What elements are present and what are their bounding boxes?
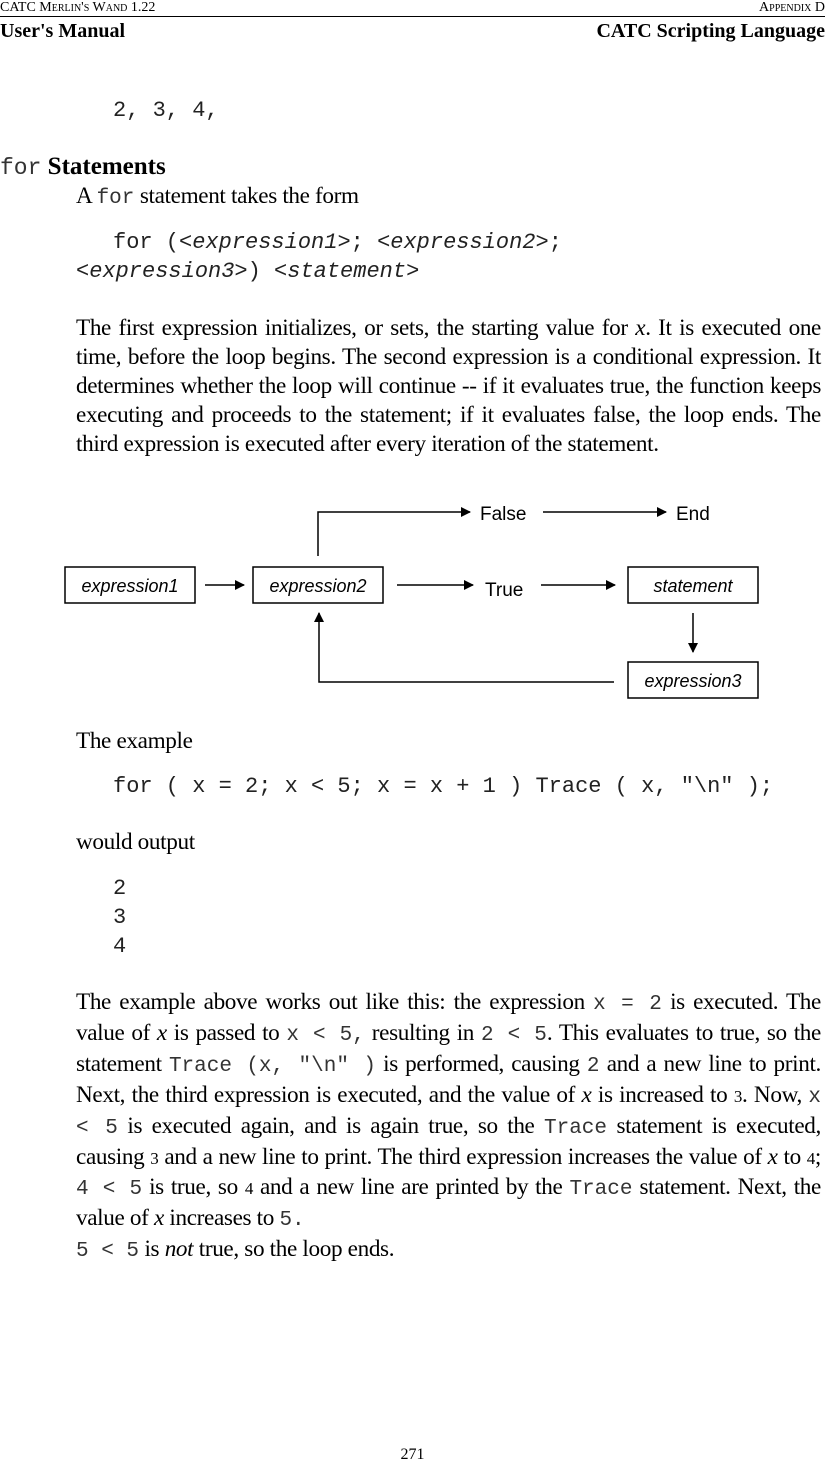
running-header-manual: User's Manual <box>0 20 125 42</box>
desc-var: x <box>635 315 646 341</box>
section-heading: for Statements <box>0 152 166 183</box>
node-expression1: expression1 <box>64 566 196 604</box>
for-loop-flow-diagram: expression1 expression2 statement expres… <box>64 504 759 699</box>
output-line: 3 <box>113 905 127 930</box>
svg-text:expression3: expression3 <box>644 671 741 691</box>
running-header-title: CATC Merlin's Wand 1.22 <box>0 0 156 15</box>
intro-text-2: statement takes the form <box>134 183 359 209</box>
syntax-token: ; <box>350 230 378 255</box>
heading-keyword: for <box>0 155 42 181</box>
node-expression2: expression2 <box>252 566 384 604</box>
syntax-placeholder: <expression1> <box>179 230 351 255</box>
syntax-line-2: <expression3>) <statement> <box>76 257 419 286</box>
output-line: 4 <box>113 934 127 959</box>
syntax-placeholder: <expression3> <box>76 259 248 284</box>
desc-text: The first expression initializes, or set… <box>76 315 636 341</box>
running-header-appendix: Appendix D <box>759 0 825 15</box>
output-intro: would output <box>76 829 195 855</box>
code-fragment: 2, 3, 4, <box>113 98 219 123</box>
arrow-expr2-to-false <box>317 507 471 556</box>
syntax-token: ; <box>548 230 562 255</box>
header-rule <box>0 16 825 17</box>
explanation-paragraph: The example above works out like this: t… <box>76 989 821 1263</box>
heading-text: Statements <box>47 153 166 180</box>
intro-text: A <box>76 183 97 209</box>
example-code: for ( x = 2; x < 5; x = x + 1 ) Trace ( … <box>113 774 774 799</box>
svg-text:expression2: expression2 <box>269 576 366 596</box>
page-number: 271 <box>400 1446 425 1463</box>
intro-keyword: for <box>96 187 135 210</box>
arrow-expr3-to-expr2 <box>314 612 614 683</box>
syntax-placeholder: <statement> <box>274 259 420 284</box>
label-true: True <box>485 580 523 601</box>
syntax-line-1: for (<expression1>; <expression2>; <box>113 228 562 257</box>
label-false: False <box>480 504 526 525</box>
node-statement: statement <box>627 566 759 604</box>
node-expression3: expression3 <box>627 661 759 699</box>
syntax-placeholder: <expression2> <box>377 230 549 255</box>
syntax-token: for ( <box>113 230 180 255</box>
syntax-token: ) <box>247 259 275 284</box>
label-end: End <box>676 504 710 525</box>
running-header-section: CATC Scripting Language <box>596 20 825 42</box>
example-intro: The example <box>76 728 193 754</box>
svg-text:statement: statement <box>653 576 733 596</box>
intro-paragraph: A for statement takes the form <box>76 182 821 213</box>
svg-text:expression1: expression1 <box>81 576 178 596</box>
output-line: 2 <box>113 876 127 901</box>
description-paragraph: The first expression initializes, or set… <box>76 314 821 459</box>
